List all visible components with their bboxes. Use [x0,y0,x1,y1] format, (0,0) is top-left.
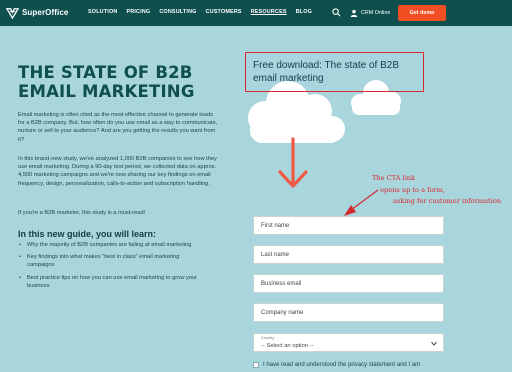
download-arrow-icon [278,137,308,188]
privacy-consent-label: I have read and understood the privacy s… [263,362,421,368]
download-title: Free download: The state of B2B email ma… [253,60,400,84]
privacy-checkbox[interactable] [253,362,259,368]
headline-line-2: EMAIL MARKETING [18,82,195,101]
list-item: Why the majority of B2B companies are fa… [18,241,198,249]
annotation-line-3: asking for customer information [392,197,502,205]
list-item: Key findings into what makes "best in cl… [18,253,198,269]
page-headline: THE STATE OF B2B EMAIL MARKETING [18,63,218,101]
must-read-paragraph: If you're a B2B marketer, this study is … [18,210,146,216]
first-name-field[interactable]: First name [253,216,444,235]
privacy-consent: I have read and understood the privacy s… [253,362,420,368]
annotation-highlight-box: Free download: The state of B2B email ma… [245,52,424,92]
intro-paragraph: Email marketing is often cited as the mo… [18,112,218,143]
list-item: Best practice tips on how you can use em… [18,274,198,290]
chevron-down-icon [431,341,437,346]
company-name-field[interactable]: Company name [253,303,444,322]
last-name-field[interactable]: Last name [253,245,444,264]
business-email-field[interactable]: Business email [253,274,444,293]
guide-heading: In this new guide, you will learn: [18,229,157,239]
country-select[interactable]: Country -- Select an option -- [253,333,444,352]
annotation-line-2: opens up to a form, [380,185,446,194]
annotation-line-1: The CTA link [372,174,416,182]
country-label: Country [261,336,275,340]
annotation-note: The CTA link opens up to a form, asking … [372,173,501,208]
headline-line-1: THE STATE OF B2B [18,63,193,82]
study-paragraph: In this brand-new study, we've analyzed … [18,156,217,187]
country-value: -- Select an option -- [261,343,314,349]
guide-bullet-list: Why the majority of B2B companies are fa… [18,241,198,294]
